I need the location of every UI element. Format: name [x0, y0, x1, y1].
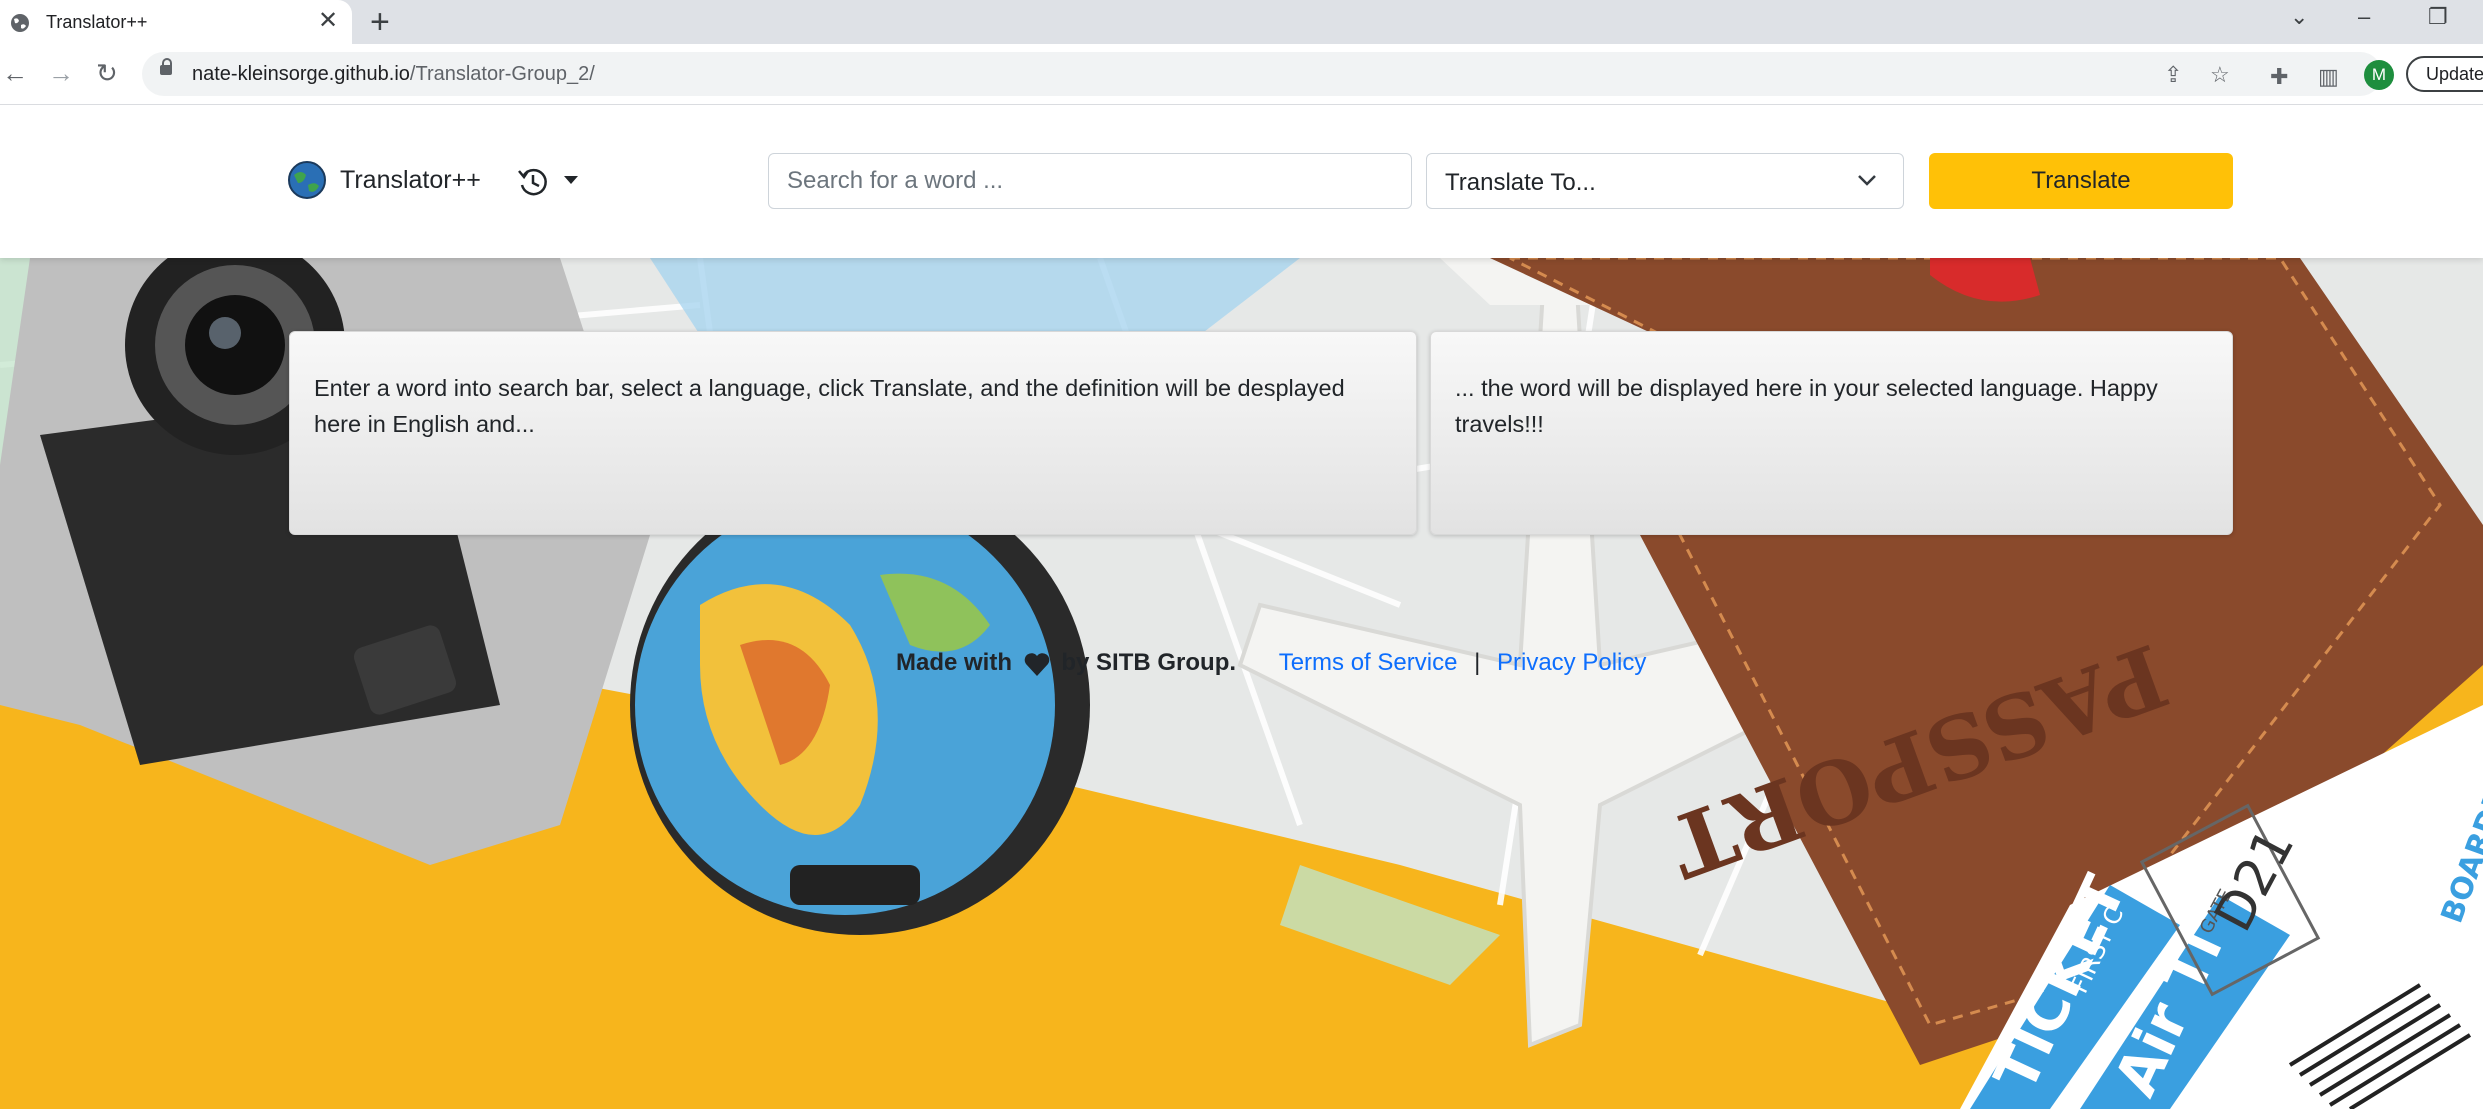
address-bar[interactable]: nate-kleinsorge.github.io/Translator-Gro…: [142, 52, 2382, 96]
back-icon[interactable]: ←: [2, 58, 28, 88]
globe-favicon-icon: [11, 14, 29, 32]
reload-icon[interactable]: ↻: [96, 58, 118, 88]
tab-close-icon[interactable]: ✕: [318, 9, 338, 33]
privacy-policy-link[interactable]: Privacy Policy: [1497, 649, 1646, 676]
profile-avatar[interactable]: M: [2364, 60, 2394, 90]
browser-toolbar: ← → ↻ nate-kleinsorge.github.io/Translat…: [0, 44, 2483, 105]
history-dropdown-caret-icon[interactable]: [564, 176, 578, 184]
translation-card: ... the word will be displayed here in y…: [1430, 331, 2233, 535]
heart-icon: [1024, 652, 1049, 676]
definition-card: Enter a word into search bar, select a l…: [289, 331, 1417, 535]
browser-tabstrip: Translator++ ✕ + ⌄ – ❐: [0, 0, 2483, 44]
translate-button[interactable]: Translate: [1929, 153, 2233, 209]
bookmark-star-icon[interactable]: ☆: [2210, 62, 2230, 88]
history-icon[interactable]: [516, 165, 550, 199]
update-button[interactable]: Update: [2406, 56, 2483, 92]
url-path: /Translator-Group_2/: [409, 63, 595, 85]
minimize-icon[interactable]: –: [2358, 4, 2370, 30]
page: PASSPORT TICKET Air Ti FIRST C GATE D21 …: [0, 105, 2483, 1109]
terms-of-service-link[interactable]: Terms of Service: [1279, 649, 1458, 676]
url-text: nate-kleinsorge.github.io/Translator-Gro…: [192, 63, 595, 86]
footer-separator: |: [1474, 649, 1481, 676]
language-select-value: Translate To...: [1445, 169, 1596, 196]
restore-icon[interactable]: ❐: [2428, 4, 2448, 30]
translation-text: ... the word will be displayed here in y…: [1455, 375, 2158, 437]
footer: Made with by SITB Group. Terms of Servic…: [896, 645, 1646, 681]
earth-logo-icon[interactable]: [288, 161, 326, 199]
lock-icon: [160, 58, 172, 75]
brand-name[interactable]: Translator++: [340, 166, 481, 195]
language-select[interactable]: Translate To...: [1426, 153, 1904, 209]
footer-made-with: Made with: [896, 649, 1013, 676]
share-icon[interactable]: ⇪: [2164, 62, 2182, 88]
url-host: nate-kleinsorge.github.io: [192, 63, 410, 85]
side-panel-icon[interactable]: ▥: [2318, 64, 2339, 90]
search-input[interactable]: [768, 153, 1412, 209]
tab-search-chevron-icon[interactable]: ⌄: [2290, 4, 2308, 30]
app-navbar: Translator++ Translate To... Translate: [0, 105, 2483, 258]
forward-icon[interactable]: →: [48, 58, 74, 88]
extensions-icon[interactable]: ✚: [2270, 64, 2288, 90]
tab-title: Translator++: [46, 12, 148, 32]
new-tab-button[interactable]: +: [370, 4, 390, 40]
chevron-down-icon: [1858, 175, 1876, 186]
definition-text: Enter a word into search bar, select a l…: [314, 375, 1345, 437]
footer-credit: by SITB Group.: [1061, 649, 1237, 676]
browser-tab[interactable]: Translator++ ✕: [0, 0, 352, 44]
